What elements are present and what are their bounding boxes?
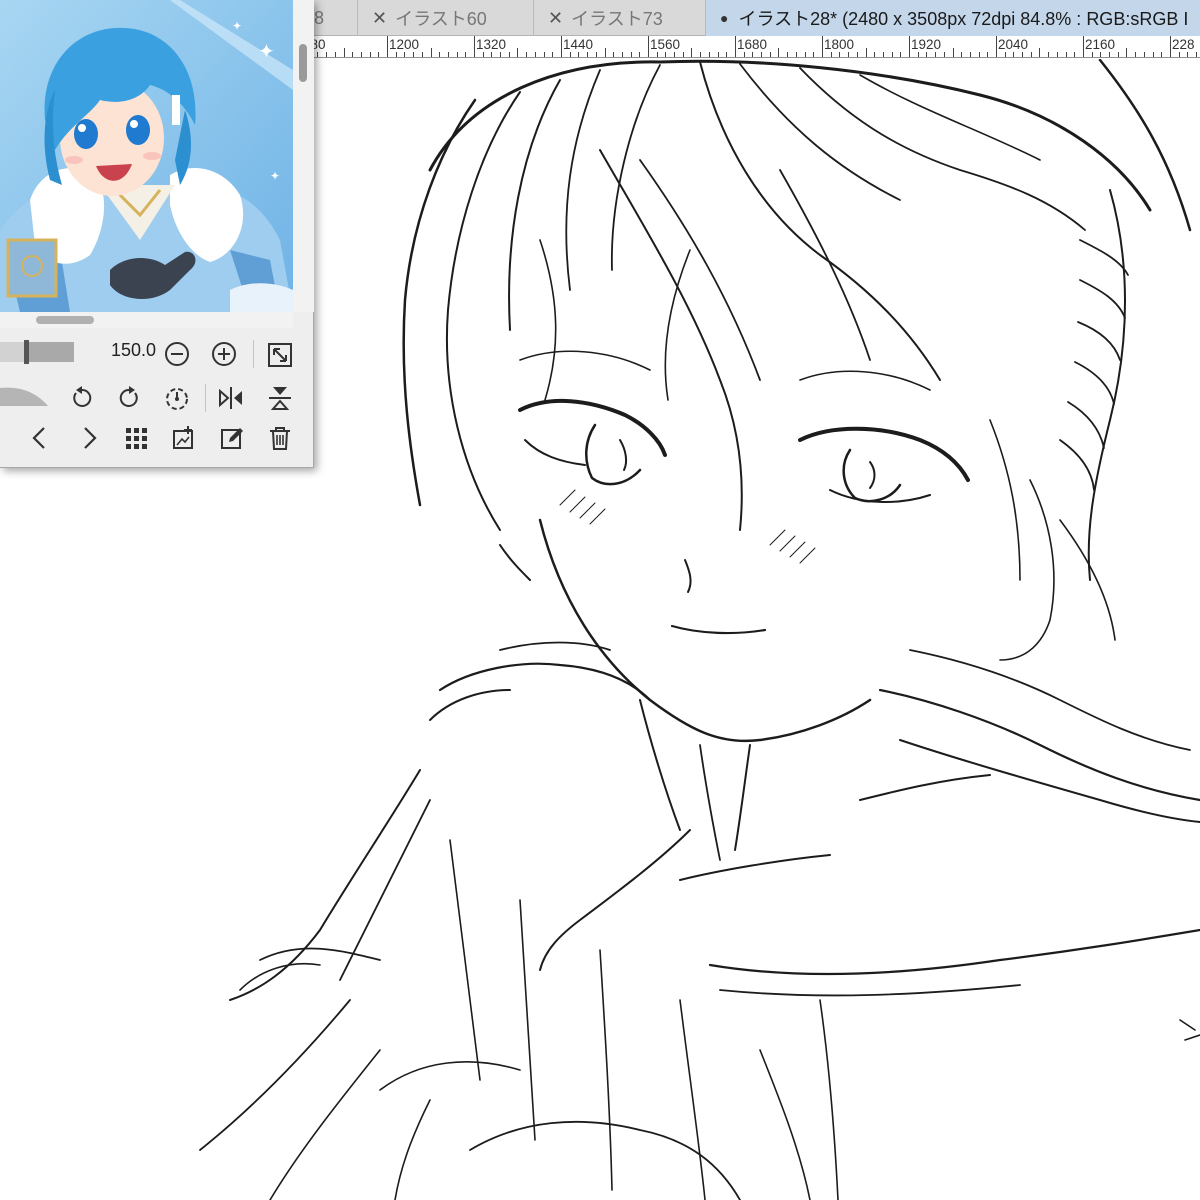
preview-horizontal-scrollbar[interactable] <box>0 312 293 328</box>
preview-vertical-scrollbar[interactable] <box>293 0 314 312</box>
trash-icon[interactable] <box>266 424 294 452</box>
rotate-left-icon[interactable] <box>68 384 96 412</box>
tab-illust-60[interactable]: ✕ イラスト60 <box>358 0 534 36</box>
zoom-slider[interactable] <box>0 340 78 364</box>
separator <box>253 340 254 368</box>
new-window-icon[interactable] <box>170 424 198 452</box>
tab-illust-73[interactable]: ✕ イラスト73 <box>534 0 706 36</box>
scroll-thumb[interactable] <box>36 316 94 324</box>
rotate-right-icon[interactable] <box>115 384 143 412</box>
edit-icon[interactable] <box>218 424 246 452</box>
navigator-palette: ✦ ✦ ✦ 150.0 <box>0 0 314 468</box>
zoom-value[interactable]: 150.0 <box>100 340 156 364</box>
tab-label: イラスト60 <box>395 9 487 29</box>
ruler-label: 2160 <box>1085 37 1116 52</box>
chevron-right-icon[interactable] <box>75 424 103 452</box>
ruler-label: 1560 <box>650 37 681 52</box>
ruler-label: 1680 <box>737 37 768 52</box>
rotation-slider[interactable] <box>0 384 50 408</box>
grid-icon[interactable] <box>122 424 150 452</box>
ruler-label: 228 <box>1172 37 1195 52</box>
fit-window-icon[interactable] <box>266 341 294 369</box>
ruler-label: 1440 <box>563 37 594 52</box>
scroll-thumb[interactable] <box>299 44 307 82</box>
flip-vertical-icon[interactable] <box>266 384 294 412</box>
ruler-label: 1800 <box>824 37 855 52</box>
navigator-preview-image[interactable]: ✦ ✦ ✦ <box>0 0 293 312</box>
svg-text:✦: ✦ <box>258 41 275 63</box>
svg-text:✦: ✦ <box>232 19 242 33</box>
tab-illust-28-active[interactable]: ● イラスト28* (2480 x 3508px 72dpi 84.8% : R… <box>706 0 1200 36</box>
ruler-label: 1320 <box>476 37 507 52</box>
close-icon[interactable]: ✕ <box>372 8 387 29</box>
zoom-out-icon[interactable] <box>163 340 191 368</box>
reset-rotation-icon[interactable] <box>163 384 191 412</box>
tab-label: 8 <box>314 7 325 28</box>
ruler-label: 1200 <box>389 37 420 52</box>
zoom-in-icon[interactable] <box>210 340 238 368</box>
tab-label: イラスト73 <box>571 9 663 29</box>
ruler-label: 1920 <box>911 37 942 52</box>
separator <box>205 384 206 412</box>
character-preview-illustration: ✦ ✦ ✦ <box>0 0 293 312</box>
chevron-left-icon[interactable] <box>26 424 54 452</box>
flip-horizontal-icon[interactable] <box>217 384 245 412</box>
close-icon[interactable]: ✕ <box>548 8 563 29</box>
horizontal-ruler[interactable]: 080 1200 1320 1440 1560 1680 1800 1920 2… <box>300 36 1200 58</box>
unsaved-dot-icon: ● <box>720 10 729 26</box>
svg-text:✦: ✦ <box>270 169 280 183</box>
ruler-label: 2040 <box>998 37 1029 52</box>
tab-label: イラスト28* (2480 x 3508px 72dpi 84.8% : RGB… <box>738 9 1189 29</box>
